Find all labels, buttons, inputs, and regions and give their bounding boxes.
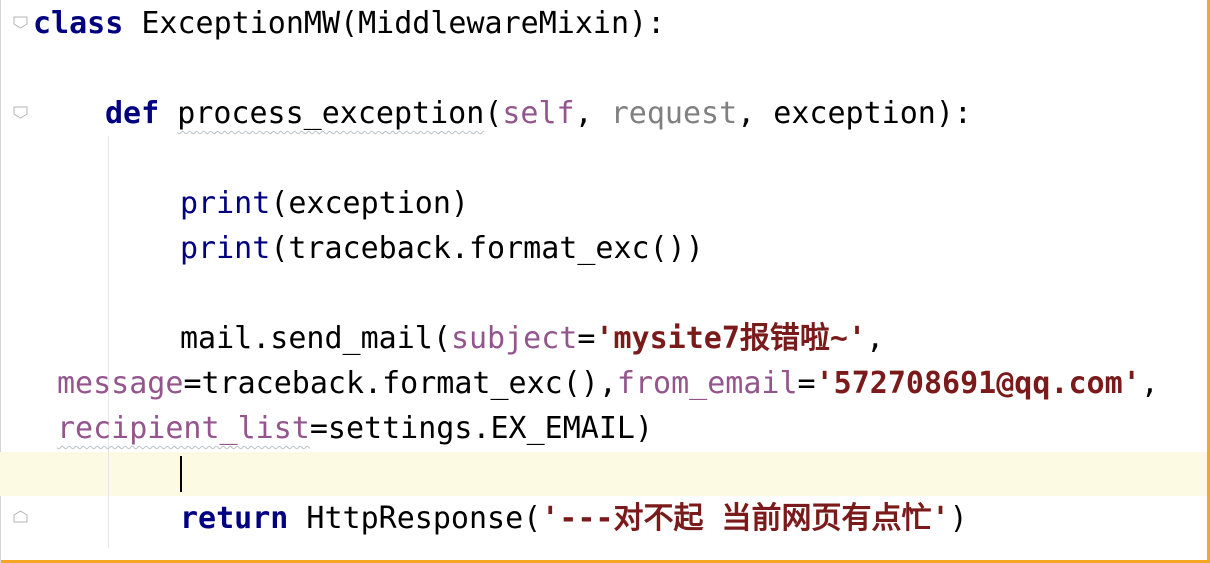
equals: =: [797, 366, 816, 401]
code-line-7[interactable]: recipient_list=settings.EX_EMAIL): [57, 407, 653, 451]
equals: =: [577, 321, 596, 356]
class-signature: ExceptionMW(MiddlewareMixin):: [123, 6, 666, 41]
code-line-8[interactable]: return HttpResponse('---对不起 当前网页有点忙'): [180, 497, 968, 541]
paren-open: (: [484, 96, 503, 131]
function-name: process_exception: [177, 96, 485, 131]
builtin-print: print: [180, 231, 271, 266]
string-subject: 'mysite7报错啦~': [595, 321, 867, 356]
string-response: '---对不起 当前网页有点忙': [541, 501, 950, 536]
builtin-print: print: [180, 186, 271, 221]
fold-close-icon[interactable]: [13, 510, 28, 523]
paren-close: ): [949, 501, 968, 536]
code-line-5[interactable]: mail.send_mail(subject='mysite7报错啦~',: [180, 317, 884, 361]
kwarg-from-email: from_email: [616, 366, 798, 401]
comma: ,: [737, 96, 774, 131]
comma: ,: [866, 321, 885, 356]
kwarg-recipient-list: recipient_list: [57, 411, 310, 446]
code-line-1[interactable]: class ExceptionMW(MiddlewareMixin):: [33, 2, 665, 46]
string-email: '572708691@qq.com': [815, 366, 1141, 401]
param-exception: exception: [773, 96, 936, 131]
param-self: self: [502, 96, 575, 131]
kwarg-subject: subject: [450, 321, 578, 356]
text-caret: [180, 456, 182, 492]
keyword-def: def: [105, 96, 160, 131]
keyword-class: class: [33, 6, 124, 41]
comma: ,: [574, 96, 611, 131]
code-line-4[interactable]: print(traceback.format_exc()): [180, 227, 704, 271]
print-args: (traceback.format_exc()): [270, 231, 704, 266]
comma: ,: [1140, 366, 1159, 401]
indent-guide: [108, 136, 109, 548]
call-send-mail: mail.send_mail(: [180, 321, 451, 356]
message-value: =traceback.format_exc(),: [183, 366, 617, 401]
keyword-return: return: [180, 501, 289, 536]
code-line-6[interactable]: message=traceback.format_exc(),from_emai…: [57, 362, 1159, 406]
kwarg-message: message: [57, 366, 184, 401]
paren-close: ):: [935, 96, 972, 131]
fold-open-icon[interactable]: [13, 106, 28, 119]
fold-open-icon[interactable]: [13, 16, 28, 29]
print-args: (exception): [270, 186, 469, 221]
recipient-value: =settings.EX_EMAIL): [309, 411, 654, 446]
http-response-call: HttpResponse(: [288, 501, 542, 536]
param-request: request: [610, 96, 738, 131]
code-line-3[interactable]: print(exception): [180, 182, 469, 226]
code-line-2[interactable]: def process_exception(self, request, exc…: [105, 92, 972, 136]
